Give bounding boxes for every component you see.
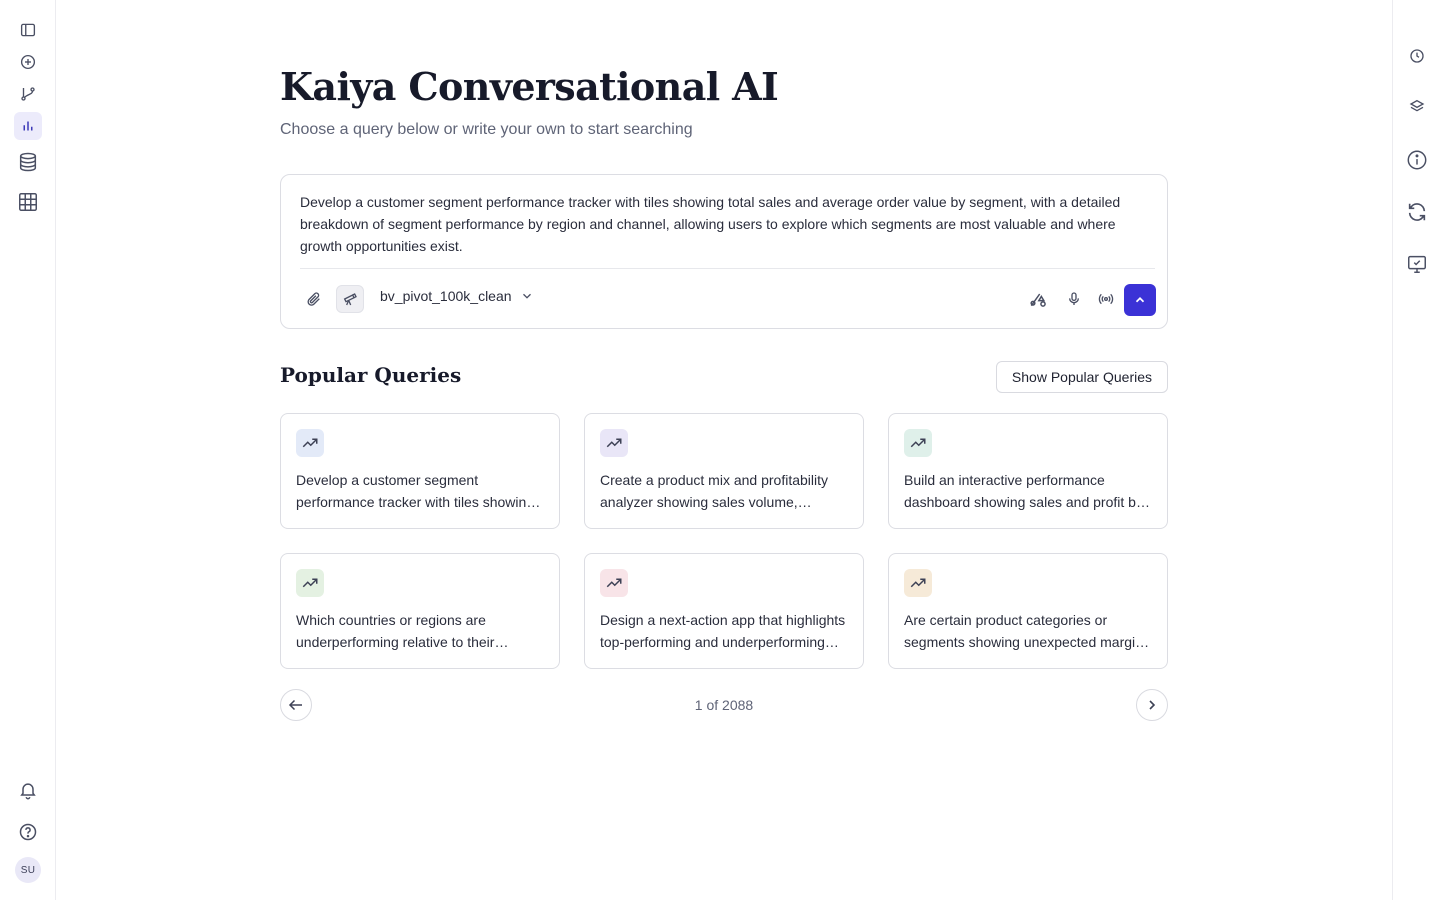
query-card[interactable]: Build an interactive performance dashboa… — [888, 413, 1168, 529]
new-chat-button[interactable] — [14, 48, 42, 76]
chevron-right-icon — [1149, 700, 1156, 710]
dataset-selector[interactable]: bv_pivot_100k_clean — [380, 288, 534, 304]
help-button[interactable] — [14, 818, 42, 846]
shapes-button[interactable] — [1024, 285, 1052, 313]
monitor-check-icon — [1408, 255, 1426, 273]
microphone-icon — [1069, 292, 1079, 305]
submit-button[interactable] — [1124, 284, 1156, 316]
table-grid-icon — [19, 193, 37, 211]
sidebar-toggle-icon — [20, 23, 36, 37]
query-card[interactable]: Create a product mix and profitability a… — [584, 413, 864, 529]
chevron-down-icon — [522, 293, 531, 299]
query-card[interactable]: Which countries or regions are underperf… — [280, 553, 560, 669]
query-card-text: Are certain product categories or segmen… — [904, 612, 1143, 650]
query-input[interactable]: Develop a customer segment performance t… — [300, 191, 1152, 257]
history-button[interactable] — [1403, 42, 1431, 70]
help-circle-icon — [19, 823, 37, 841]
composer-divider — [300, 268, 1155, 269]
query-card-text: Develop a customer segment performance t… — [296, 472, 535, 510]
attach-button[interactable] — [300, 285, 328, 313]
trend-up-icon — [296, 569, 324, 597]
branch-button[interactable] — [14, 80, 42, 108]
page-indicator: 1 of 2088 — [694, 697, 754, 713]
table-button[interactable] — [12, 186, 44, 218]
plus-circle-icon — [20, 54, 36, 70]
git-branch-icon — [21, 87, 35, 101]
query-composer: Develop a customer segment performance t… — [280, 174, 1168, 329]
broadcast-icon — [1098, 293, 1114, 305]
query-card[interactable]: Are certain product categories or segmen… — [888, 553, 1168, 669]
layers-icon — [1409, 99, 1425, 112]
query-card-text: Which countries or regions are underperf… — [296, 612, 495, 650]
next-page-button[interactable] — [1136, 689, 1168, 721]
popular-queries-grid: Develop a customer segment performance t… — [280, 413, 1168, 669]
telescope-icon — [343, 293, 357, 306]
info-icon — [1407, 150, 1427, 170]
trend-up-icon — [904, 429, 932, 457]
page-subtitle: Choose a query below or write your own t… — [280, 121, 693, 138]
refresh-button[interactable] — [1403, 198, 1431, 226]
refresh-icon — [1408, 203, 1426, 221]
query-card[interactable]: Design a next-action app that highlights… — [584, 553, 864, 669]
trend-up-icon — [296, 429, 324, 457]
trend-up-icon — [600, 569, 628, 597]
info-button[interactable] — [1403, 146, 1431, 174]
popular-queries-heading: Popular Queries — [280, 363, 462, 387]
query-card-text: Create a product mix and profitability a… — [600, 472, 828, 510]
sidebar-toggle-button[interactable] — [14, 16, 42, 44]
show-popular-queries-button[interactable]: Show Popular Queries — [995, 361, 1168, 393]
query-card-text: Build an interactive performance dashboa… — [904, 472, 1143, 510]
database-icon — [19, 152, 37, 172]
user-avatar[interactable]: SU — [15, 857, 41, 883]
left-sidebar: SU — [0, 0, 56, 900]
page-title: Kaiya Conversational AI — [280, 64, 779, 109]
notifications-button[interactable] — [14, 776, 42, 804]
right-sidebar — [1392, 0, 1440, 900]
trend-up-icon — [904, 569, 932, 597]
bell-icon — [20, 783, 36, 800]
paperclip-icon — [307, 292, 320, 306]
scissors-shapes-icon — [1030, 293, 1046, 307]
trend-up-icon — [600, 429, 628, 457]
voice-input-button[interactable] — [1060, 285, 1088, 313]
live-mode-button[interactable] — [1092, 285, 1120, 313]
query-card-text: Design a next-action app that highlights… — [600, 612, 846, 650]
dataset-name: bv_pivot_100k_clean — [380, 288, 512, 304]
query-card[interactable]: Develop a customer segment performance t… — [280, 413, 560, 529]
analytics-button[interactable] — [14, 112, 42, 140]
bar-chart-icon — [23, 121, 33, 131]
database-button[interactable] — [12, 146, 44, 178]
explore-button[interactable] — [336, 285, 364, 313]
pagination: 1 of 2088 — [280, 689, 1168, 721]
clock-icon — [1410, 49, 1424, 63]
monitor-button[interactable] — [1403, 250, 1431, 278]
layers-button[interactable] — [1403, 92, 1431, 120]
chevron-up-icon — [1135, 297, 1145, 303]
